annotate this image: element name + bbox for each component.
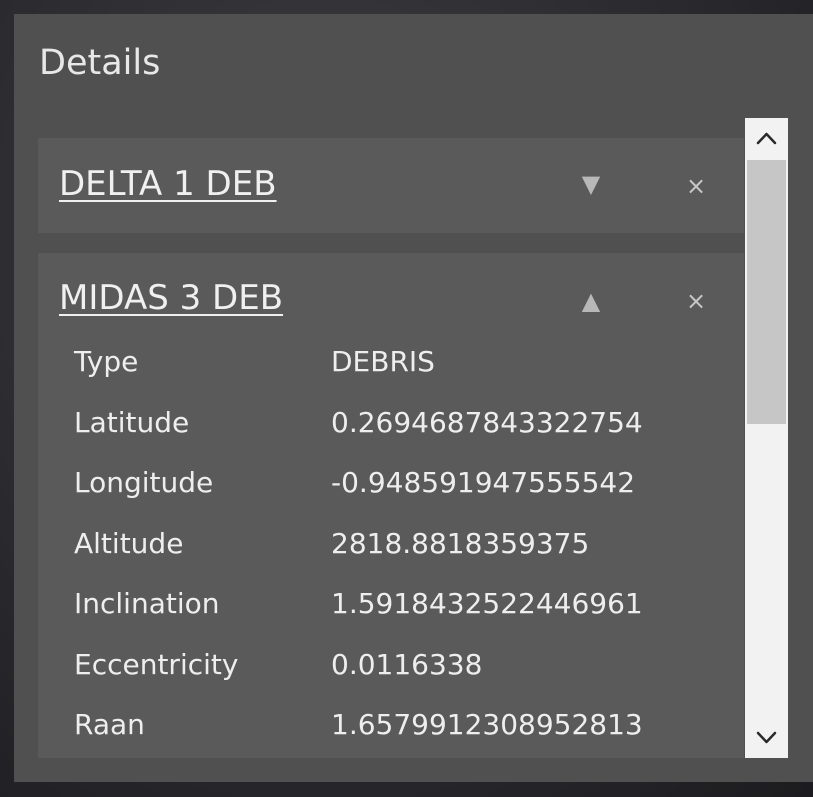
property-value: 1.6579912308952813 — [331, 708, 643, 741]
property-label: Raan — [74, 708, 145, 741]
property-value: -0.948591947555542 — [331, 466, 636, 499]
property-value: 0.0116338 — [331, 647, 483, 681]
property-row-eccentricity: Eccentricity 0.0116338 — [74, 648, 714, 709]
scrollbar-thumb[interactable] — [747, 160, 786, 424]
property-value: 1.5918432522446961 — [331, 587, 643, 620]
property-value: DEBRIS — [331, 345, 435, 378]
property-row-raan: Raan 1.6579912308952813 — [74, 708, 714, 758]
property-label: Eccentricity — [74, 647, 239, 681]
close-icon[interactable]: × — [681, 286, 711, 316]
property-label: Inclination — [74, 587, 220, 620]
scrollbar[interactable] — [745, 118, 788, 758]
object-title-link[interactable]: DELTA 1 DEB — [59, 164, 277, 204]
property-label: Altitude — [74, 526, 184, 560]
details-panel: Details DELTA 1 DEB ▼ × MIDAS 3 DEB ▲ × … — [14, 14, 813, 782]
chevron-up-icon[interactable] — [745, 118, 788, 158]
object-card-delta-1-deb: DELTA 1 DEB ▼ × — [38, 138, 744, 233]
property-value: 2818.8818359375 — [331, 526, 590, 560]
details-list: DELTA 1 DEB ▼ × MIDAS 3 DEB ▲ × Type DEB… — [38, 138, 744, 758]
chevron-down-icon[interactable] — [745, 718, 788, 758]
triangle-down-icon[interactable]: ▼ — [576, 169, 606, 199]
property-label: Longitude — [74, 466, 214, 499]
panel-title: Details — [39, 43, 161, 83]
property-row-longitude: Longitude -0.948591947555542 — [74, 466, 714, 527]
property-row-type: Type DEBRIS — [74, 345, 714, 406]
property-label: Type — [74, 345, 139, 378]
object-card-midas-3-deb: MIDAS 3 DEB ▲ × Type DEBRIS Latitude 0.2… — [38, 253, 744, 758]
triangle-up-icon[interactable]: ▲ — [576, 286, 606, 316]
close-icon[interactable]: × — [681, 171, 711, 201]
property-value: 0.2694687843322754 — [331, 405, 643, 439]
property-list: Type DEBRIS Latitude 0.2694687843322754 … — [74, 345, 714, 758]
property-label: Latitude — [74, 405, 190, 439]
property-row-latitude: Latitude 0.2694687843322754 — [74, 406, 714, 467]
object-title-link[interactable]: MIDAS 3 DEB — [59, 278, 283, 318]
property-row-inclination: Inclination 1.5918432522446961 — [74, 587, 714, 648]
property-row-altitude: Altitude 2818.8818359375 — [74, 527, 714, 588]
